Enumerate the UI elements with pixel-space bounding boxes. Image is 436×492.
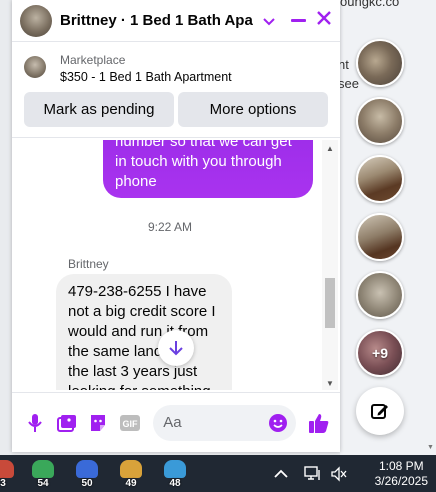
message-line: the same land for — [68, 343, 184, 360]
chat-title[interactable]: Brittney · 1 Bed 1 Bath Apa... — [60, 12, 253, 29]
emoji-icon[interactable] — [268, 413, 288, 433]
more-photos-thumbnail[interactable]: +9 — [356, 329, 404, 377]
message-line: the last 3 years just — [68, 363, 198, 380]
background-text-fragment-2: see — [338, 76, 359, 91]
listing-photo-thumbnail[interactable] — [356, 39, 404, 87]
taskbar-app[interactable]: 48 — [162, 460, 188, 489]
listing-thumbnail[interactable] — [24, 56, 46, 78]
chevron-up-icon — [274, 469, 288, 478]
taskbar-app[interactable]: 49 — [118, 460, 144, 489]
outgoing-message[interactable]: number so that we can get in touch with … — [103, 140, 313, 198]
scroll-down-arrow-icon[interactable]: ▼ — [427, 444, 434, 451]
svg-text:GIF: GIF — [123, 419, 139, 429]
message-line: phone — [115, 173, 157, 190]
sticker-icon[interactable] — [88, 412, 110, 434]
compose-icon — [371, 404, 388, 419]
app-icon — [32, 460, 54, 478]
network-icon[interactable] — [304, 455, 322, 492]
sender-name: Brittney — [68, 257, 109, 271]
taskbar-app[interactable]: 54 — [30, 460, 56, 489]
app-icon — [0, 460, 14, 478]
message-input-placeholder: Aa — [163, 414, 182, 431]
message-input[interactable]: Aa — [153, 404, 296, 441]
close-icon[interactable] — [316, 10, 332, 31]
app-icon — [76, 460, 98, 478]
chat-header[interactable]: Brittney · 1 Bed 1 Bath Apa... — [12, 0, 340, 42]
listing-title[interactable]: $350 - 1 Bed 1 Bath Apartment — [60, 68, 232, 86]
message-line: would and run it from — [68, 323, 209, 340]
taskbar-app[interactable]: 50 — [74, 460, 100, 489]
marketplace-listing-info[interactable]: Marketplace $350 - 1 Bed 1 Bath Apartmen… — [12, 42, 340, 92]
volume-muted-icon[interactable] — [330, 455, 348, 492]
clock-time: 1:08 PM — [378, 459, 424, 473]
minimize-icon[interactable] — [290, 19, 306, 22]
app-badge: 50 — [81, 478, 93, 489]
system-clock[interactable]: 1:08 PM 3/26/2025 — [375, 459, 428, 489]
new-message-button[interactable] — [356, 387, 404, 435]
show-hidden-icons-button[interactable] — [274, 455, 288, 492]
message-line: number so that we can get — [115, 140, 292, 150]
message-line: not a big credit score I — [68, 303, 216, 320]
scroll-to-bottom-button[interactable] — [158, 330, 194, 366]
incoming-message[interactable]: 479-238-6255 I have not a big credit sco… — [56, 274, 232, 390]
avatar[interactable] — [20, 4, 52, 37]
app-badge: 54 — [37, 478, 49, 489]
taskbar-app[interactable]: 3 — [0, 460, 16, 489]
scroll-down-arrow-icon[interactable]: ▼ — [326, 379, 334, 388]
scroll-up-arrow-icon[interactable]: ▲ — [326, 144, 334, 153]
app-icon — [164, 460, 186, 478]
scrollbar-thumb[interactable] — [325, 278, 335, 328]
arrow-down-icon — [169, 341, 183, 356]
photo-icon[interactable] — [56, 412, 78, 434]
message-thread[interactable]: number so that we can get in touch with … — [12, 140, 328, 390]
chat-scrollbar[interactable]: ▲ ▼ — [322, 140, 338, 390]
message-line: in touch with you through — [115, 153, 282, 170]
listing-photo-thumbnail[interactable] — [356, 271, 404, 319]
taskbar: 3 54 50 49 48 1:08 PM 3/26/2025 — [0, 455, 436, 492]
app-badge: 3 — [0, 478, 6, 489]
marketplace-label: Marketplace — [60, 53, 126, 67]
gif-icon[interactable]: GIF — [119, 412, 141, 434]
listing-photo-thumbnail[interactable] — [356, 97, 404, 145]
like-icon[interactable] — [308, 412, 330, 434]
message-timestamp: 9:22 AM — [147, 220, 193, 234]
listing-actions: Mark as pending More options — [12, 92, 340, 138]
more-photos-count: +9 — [372, 345, 388, 361]
chevron-down-icon[interactable] — [262, 13, 275, 29]
message-line: 479-238-6255 I have — [68, 283, 207, 300]
chat-window: Brittney · 1 Bed 1 Bath Apa... Marketpla… — [12, 0, 340, 452]
more-options-button[interactable]: More options — [178, 92, 328, 127]
message-composer: GIF Aa — [12, 392, 340, 452]
listing-photo-thumbnail[interactable] — [356, 213, 404, 261]
microphone-icon[interactable] — [24, 412, 46, 434]
mark-as-pending-button[interactable]: Mark as pending — [24, 92, 174, 127]
page-scrollbar[interactable]: ▼ — [426, 0, 436, 455]
message-line: looking for something — [68, 382, 220, 390]
app-badge: 48 — [169, 478, 181, 489]
app-icon — [120, 460, 142, 478]
background-text-url: oungkc.co — [340, 0, 400, 9]
clock-date: 3/26/2025 — [374, 474, 428, 488]
app-badge: 49 — [125, 478, 137, 489]
listing-photo-thumbnail[interactable] — [356, 155, 404, 203]
